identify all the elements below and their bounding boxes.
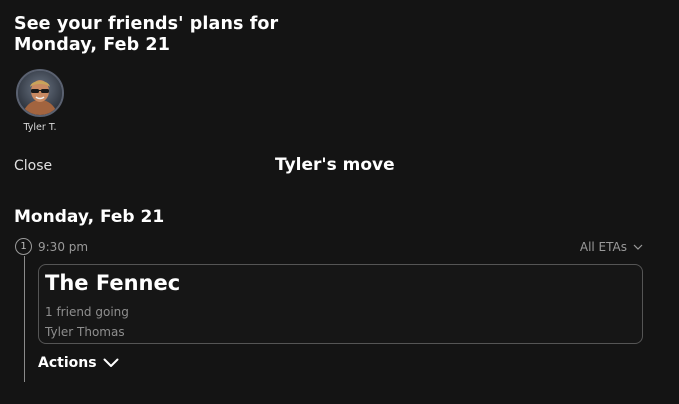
friends-going-count: 1 friend going xyxy=(45,305,129,319)
avatar-photo xyxy=(18,71,62,115)
stop-time: 9:30 pm xyxy=(38,240,89,254)
venue-name: The Fennec xyxy=(45,271,181,295)
page-title-line1: See your friends' plans for xyxy=(14,14,279,34)
page-title-line2: Monday, Feb 21 xyxy=(14,35,170,55)
actions-toggle[interactable]: Actions xyxy=(38,355,119,371)
avatar-name: Tyler T. xyxy=(23,122,57,133)
day-heading: Monday, Feb 21 xyxy=(14,207,165,227)
close-button[interactable]: Close xyxy=(14,158,52,174)
chevron-down-icon xyxy=(633,244,643,250)
venue-card[interactable]: The Fennec 1 friend going Tyler Thomas xyxy=(38,264,643,344)
actions-label: Actions xyxy=(38,355,97,371)
all-etas-label: All ETAs xyxy=(579,240,627,254)
stop-number-badge: 1 xyxy=(15,238,32,255)
avatar[interactable] xyxy=(16,69,64,117)
friend-list: Tyler T. xyxy=(14,69,66,133)
attendee-names: Tyler Thomas xyxy=(45,325,125,339)
chevron-down-icon xyxy=(103,358,119,367)
move-title: Tyler's move xyxy=(275,155,395,175)
timeline-line xyxy=(24,256,25,382)
all-etas-dropdown[interactable]: All ETAs xyxy=(580,240,643,254)
page-title: See your friends' plans for Monday, Feb … xyxy=(14,14,278,56)
